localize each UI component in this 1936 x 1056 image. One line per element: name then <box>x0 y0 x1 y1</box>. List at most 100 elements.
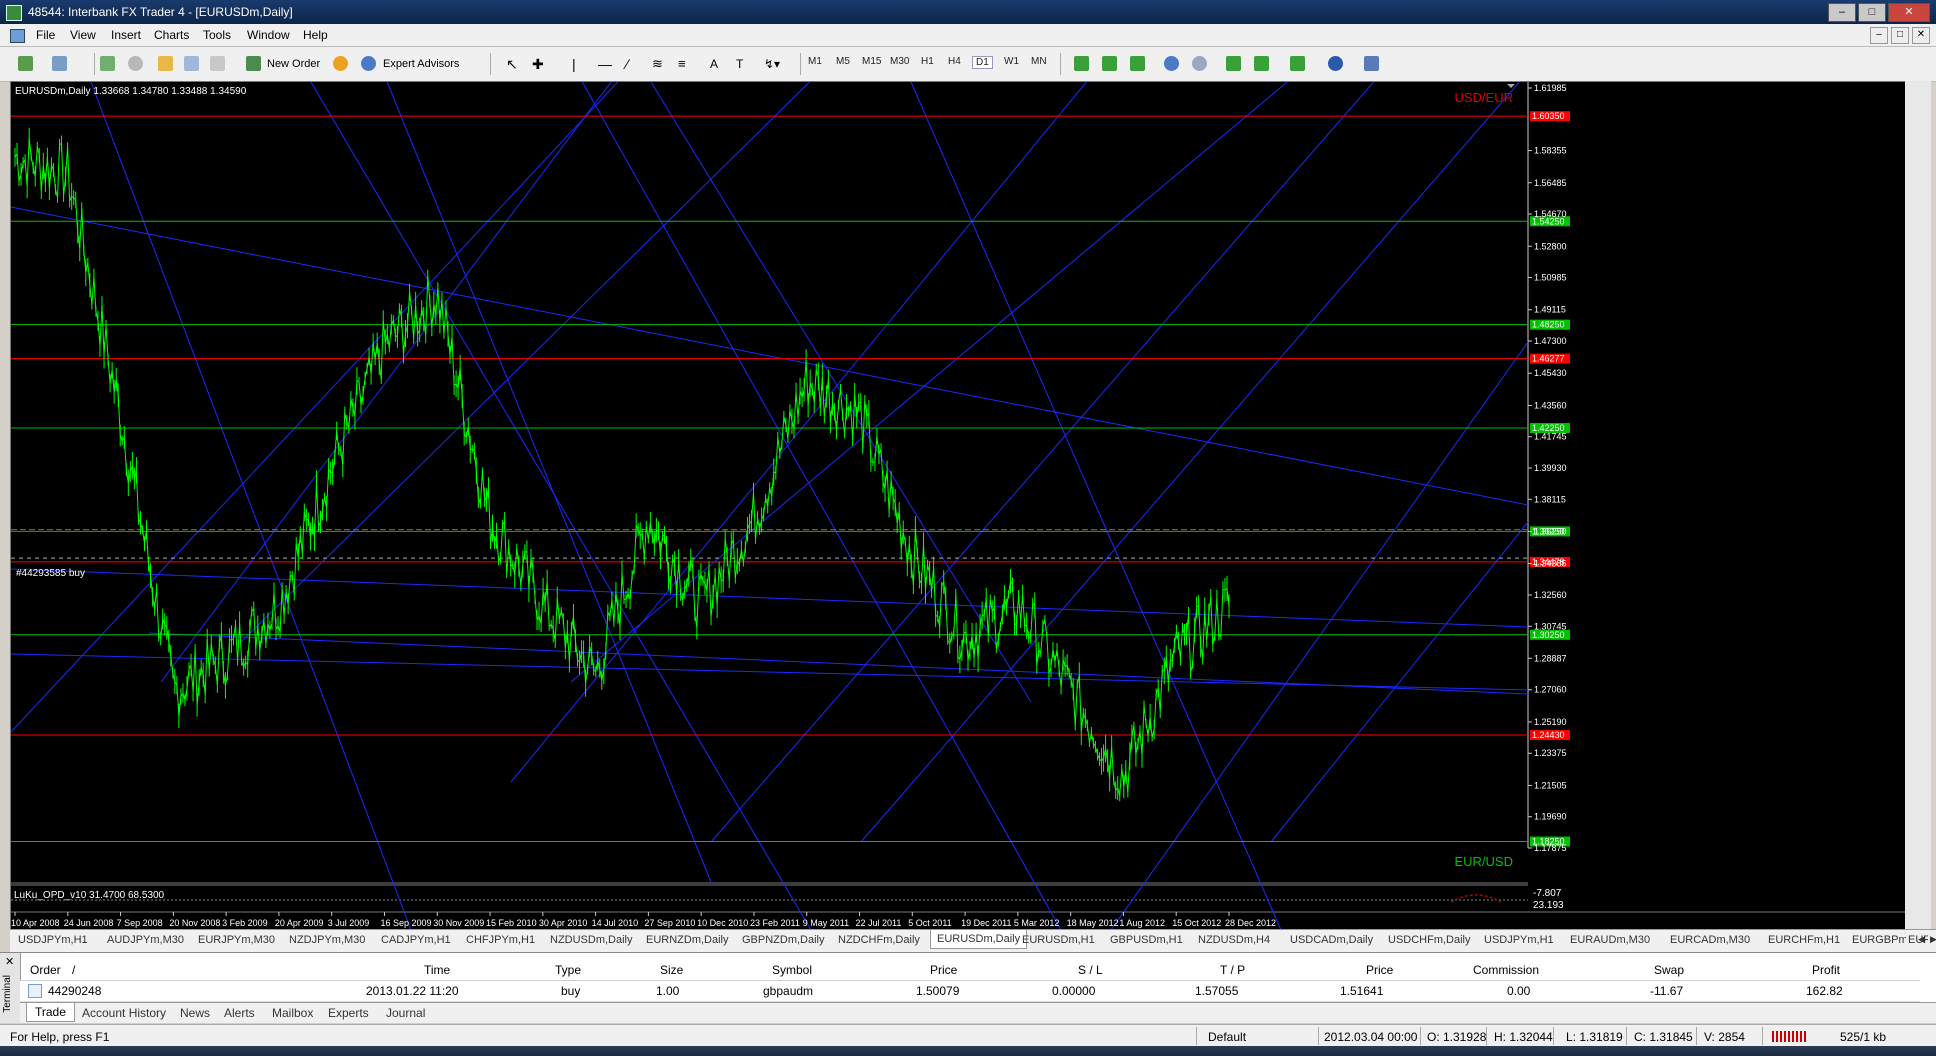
fibonacci-tool-icon[interactable]: ≡ <box>678 55 686 73</box>
bar-chart-icon[interactable] <box>1074 56 1089 71</box>
templates-icon[interactable] <box>1364 56 1379 71</box>
timeframe-mn[interactable]: MN <box>1031 56 1047 67</box>
symbol-tab[interactable]: USDJPYm,H1 <box>18 934 88 946</box>
col-type[interactable]: Type <box>555 963 581 977</box>
text-tool-icon[interactable]: A <box>710 55 718 73</box>
timeframe-m5[interactable]: M5 <box>836 56 850 67</box>
symbol-tab[interactable]: NZDUSDm,H4 <box>1198 934 1270 946</box>
timeframe-m15[interactable]: M15 <box>862 56 881 67</box>
maximize-button[interactable]: □ <box>1858 3 1886 22</box>
channel-tool-icon[interactable]: ≋ <box>652 55 663 73</box>
col-commission[interactable]: Commission <box>1473 963 1539 977</box>
menu-charts[interactable]: Charts <box>154 28 189 42</box>
autoscroll-icon[interactable] <box>1226 56 1241 71</box>
menu-window[interactable]: Window <box>247 28 290 42</box>
timeframe-m30[interactable]: M30 <box>890 56 909 67</box>
symbol-tab[interactable]: EURCADm,M30 <box>1670 934 1750 946</box>
menu-file[interactable]: File <box>36 28 55 42</box>
text-label-tool-icon[interactable]: T <box>736 55 743 73</box>
col-profit[interactable]: Profit <box>1812 963 1840 977</box>
timeframe-h1[interactable]: H1 <box>921 56 934 67</box>
symbol-tab[interactable]: NZDUSDm,Daily <box>550 934 633 946</box>
tab-scroll-left-icon[interactable]: ◀ <box>1918 934 1925 945</box>
menu-help[interactable]: Help <box>303 28 328 42</box>
col-swap[interactable]: Swap <box>1654 963 1684 977</box>
col-price[interactable]: Price <box>930 963 957 977</box>
timeframe-h4[interactable]: H4 <box>948 56 961 67</box>
symbol-tab[interactable]: GBPNZDm,Daily <box>742 934 825 946</box>
tab-trade[interactable]: Trade <box>26 1003 75 1022</box>
profiles-icon[interactable] <box>52 56 67 71</box>
line-chart-icon[interactable] <box>1130 56 1145 71</box>
tab-mailbox[interactable]: Mailbox <box>272 1006 313 1020</box>
price-chart[interactable]: 1.603501.542501.482501.462771.422501.362… <box>11 82 1906 930</box>
zoom-out-icon[interactable] <box>1192 56 1207 71</box>
mdi-restore-button[interactable]: □ <box>1891 27 1909 44</box>
trendline-tool-icon[interactable]: ∕ <box>626 55 628 73</box>
symbol-tab[interactable]: EURNZDm,Daily <box>646 934 729 946</box>
menu-tools[interactable]: Tools <box>203 28 231 42</box>
close-button[interactable]: ✕ <box>1888 3 1930 22</box>
menu-insert[interactable]: Insert <box>111 28 141 42</box>
tab-news[interactable]: News <box>180 1006 210 1020</box>
mdi-minimize-button[interactable]: – <box>1870 27 1888 44</box>
strategy-tester-icon[interactable] <box>210 56 225 71</box>
col-tp[interactable]: T / P <box>1220 963 1245 977</box>
candlestick-icon[interactable] <box>1102 56 1117 71</box>
data-window-icon[interactable] <box>128 56 143 71</box>
tab-account-history[interactable]: Account History <box>82 1006 166 1020</box>
tab-journal[interactable]: Journal <box>386 1006 425 1020</box>
chart-area[interactable]: 1.60350 1.54250 1.48250 1.46277 1.42250 1.362… <box>10 81 1907 931</box>
symbol-tab[interactable]: GBPUSDm,H1 <box>1110 934 1183 946</box>
market-watch-icon[interactable] <box>100 56 115 71</box>
tab-experts[interactable]: Experts <box>328 1006 369 1020</box>
col-symbol[interactable]: Symbol <box>772 963 812 977</box>
cursor-tool-icon[interactable]: ↖ <box>506 55 518 73</box>
symbol-tab[interactable]: EURGBPm,Daily <box>1852 934 1906 946</box>
symbol-tab[interactable]: EURUSDm,H1 <box>1022 934 1095 946</box>
metaeditor-icon[interactable] <box>333 56 348 71</box>
symbol-tab[interactable]: USDJPYm,H1 <box>1484 934 1554 946</box>
new-chart-icon[interactable] <box>18 56 33 71</box>
expert-advisors-button[interactable]: Expert Advisors <box>383 55 459 73</box>
symbol-tab[interactable]: CADJPYm,H1 <box>381 934 451 946</box>
table-row[interactable] <box>20 981 1920 1002</box>
arrows-tool-icon[interactable]: ↯▾ <box>764 55 780 73</box>
mdi-close-button[interactable]: ✕ <box>1912 27 1930 44</box>
col-time[interactable]: Time <box>424 963 450 977</box>
symbol-tab[interactable]: CHFJPYm,H1 <box>466 934 535 946</box>
col-current-price[interactable]: Price <box>1366 963 1393 977</box>
new-order-button[interactable]: New Order <box>267 55 320 73</box>
navigator-icon[interactable] <box>158 56 173 71</box>
col-size[interactable]: Size <box>660 963 683 977</box>
menu-view[interactable]: View <box>70 28 96 42</box>
symbol-tab[interactable]: USDCHFm,Daily <box>1388 934 1471 946</box>
symbol-tab[interactable]: NZDCHFm,Daily <box>838 934 920 946</box>
col-order[interactable]: Order <box>30 963 61 977</box>
symbol-tab-active[interactable]: EURUSDm,Daily <box>930 930 1028 949</box>
expert-advisors-icon[interactable] <box>361 56 376 71</box>
timeframe-w1[interactable]: W1 <box>1004 56 1019 67</box>
symbol-tab[interactable]: EURAUDm,M30 <box>1570 934 1650 946</box>
col-sl[interactable]: S / L <box>1078 963 1103 977</box>
tab-scroll-right-icon[interactable]: ▶ <box>1930 934 1936 945</box>
symbol-tab[interactable]: AUDJPYm,M30 <box>107 934 184 946</box>
symbol-tab[interactable]: EURCHFm,H1 <box>1768 934 1840 946</box>
timeframe-m1[interactable]: M1 <box>808 56 822 67</box>
periods-icon[interactable] <box>1328 56 1343 71</box>
symbol-tab[interactable]: USDCADm,Daily <box>1290 934 1373 946</box>
document-icon[interactable] <box>10 29 25 43</box>
minimize-button[interactable]: – <box>1828 3 1856 22</box>
crosshair-tool-icon[interactable]: ✚ <box>532 55 544 73</box>
symbol-tab[interactable]: NZDJPYm,M30 <box>289 934 365 946</box>
terminal-close-icon[interactable]: ✕ <box>5 955 14 968</box>
chart-shift-icon[interactable] <box>1254 56 1269 71</box>
timeframe-d1[interactable]: D1 <box>972 56 993 69</box>
terminal-icon[interactable] <box>184 56 199 71</box>
new-order-icon[interactable] <box>246 56 261 71</box>
vertical-line-tool-icon[interactable]: | <box>572 55 576 73</box>
indicators-icon[interactable] <box>1290 56 1305 71</box>
tab-alerts[interactable]: Alerts <box>224 1006 255 1020</box>
symbol-tab[interactable]: EURJPYm,M30 <box>198 934 275 946</box>
horizontal-line-tool-icon[interactable]: — <box>598 55 612 73</box>
